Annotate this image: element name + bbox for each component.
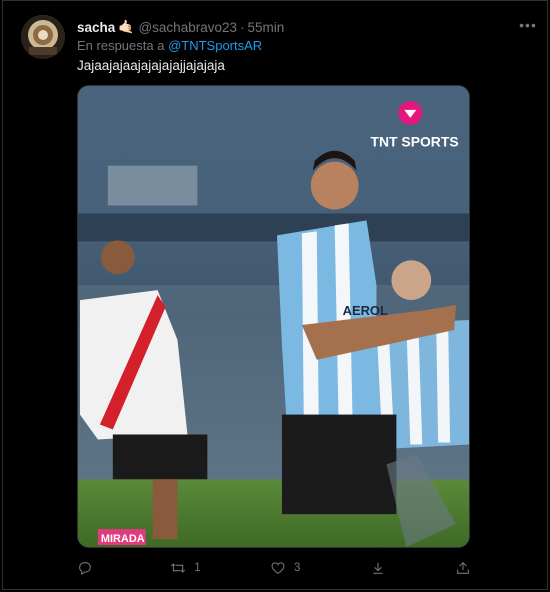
reply-button[interactable]	[77, 560, 101, 576]
watermark-text: MIRADA	[101, 533, 145, 545]
share-icon	[457, 561, 469, 574]
retweet-icon	[171, 563, 186, 573]
retweet-button[interactable]: 1	[170, 560, 201, 576]
name-emoji: 🤙🏻	[118, 19, 135, 34]
display-name[interactable]: sacha	[77, 20, 115, 35]
tweet-card[interactable]: sacha 🤙🏻 @sachabravo23 · 55min ••• En re…	[2, 0, 548, 590]
retweet-count: 1	[194, 562, 201, 574]
download-icon	[373, 562, 383, 574]
timestamp[interactable]: 55min	[247, 20, 284, 35]
reply-icon	[79, 562, 91, 575]
shirt-sponsor-text: AEROL	[343, 303, 388, 318]
tweet-text: Jajaajajaajajajajajjajajaja	[77, 58, 225, 73]
avatar-image	[21, 15, 65, 59]
reply-to-link[interactable]: @TNTSportsAR	[168, 38, 262, 53]
like-count: 3	[294, 562, 301, 574]
avatar[interactable]	[21, 15, 65, 59]
like-button[interactable]: 3	[270, 560, 300, 576]
reply-prefix: En respuesta a	[77, 38, 165, 53]
more-dots-icon[interactable]: •••	[517, 15, 539, 35]
tweet-media-video[interactable]: TNT SPORTS AEROL MIRADA	[77, 85, 470, 548]
action-bar: 1 3	[77, 557, 471, 579]
share-button[interactable]	[455, 560, 471, 576]
broadcaster-logo: TNT SPORTS	[371, 134, 459, 150]
heart-icon	[271, 562, 285, 574]
tweet-header: sacha 🤙🏻 @sachabravo23 · 55min	[77, 17, 537, 37]
reply-context: En respuesta a @TNTSportsAR	[77, 38, 262, 53]
separator-dot: ·	[239, 19, 245, 35]
football-scene: TNT SPORTS AEROL MIRADA	[78, 86, 469, 547]
user-handle[interactable]: @sachabravo23	[138, 20, 237, 35]
download-button[interactable]	[370, 560, 386, 576]
